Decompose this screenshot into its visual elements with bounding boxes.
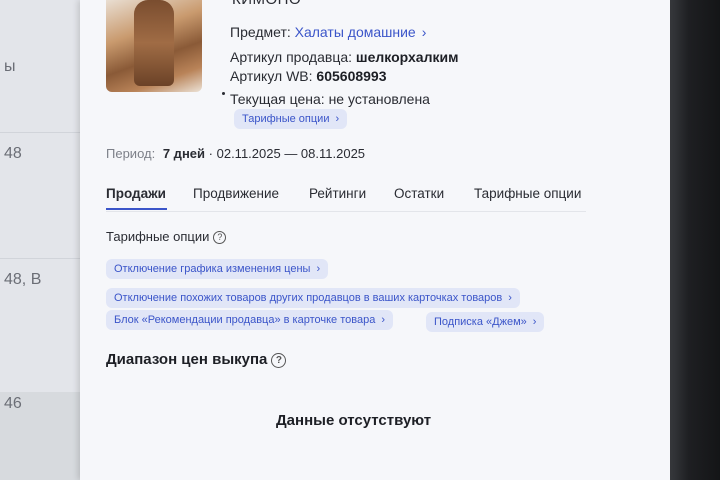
seller-article-line: Артикул продавца: шелкорхалким (230, 49, 458, 65)
background-table: ы 48 48, В 46 (0, 0, 84, 480)
period-label: Период: (106, 146, 156, 161)
period-days[interactable]: 7 дней (163, 146, 205, 161)
tab-promotion[interactable]: Продвижение (193, 186, 279, 201)
question-circle-icon[interactable]: ? (213, 231, 227, 245)
period-separator: · (208, 146, 213, 161)
monitor-bezel (668, 0, 720, 480)
tariff-chip-seller-recommendations[interactable]: Блок «Рекомендации продавца» в карточке … (106, 310, 393, 330)
seller-article-value: шелкорхалким (355, 49, 459, 65)
current-price-line: Текущая цена: не установлена (230, 91, 430, 107)
table-row: ы (4, 58, 16, 75)
tariff-chip-similar-goods[interactable]: Отключение похожих товаров других продав… (106, 288, 520, 308)
tabs-divider (106, 211, 586, 212)
seller-article-label: Артикул продавца: (230, 49, 353, 65)
table-row: 48, В (0, 258, 84, 379)
subject-link[interactable]: Халаты домашние › (295, 24, 427, 40)
tariff-chip-price-graph[interactable]: Отключение графика изменения цены › (106, 259, 329, 279)
tab-stock[interactable]: Остатки (394, 186, 444, 201)
question-circle-icon[interactable]: ? (271, 352, 287, 368)
tab-sales[interactable]: Продажи (106, 186, 166, 201)
chevron-right-icon: › (421, 24, 427, 40)
active-tab-indicator (106, 208, 167, 210)
current-price-value: не установлена (328, 91, 430, 107)
tab-ratings[interactable]: Рейтинги (309, 186, 366, 201)
chevron-right-icon: › (381, 314, 385, 326)
chevron-right-icon: › (508, 292, 512, 304)
table-row: 46 (4, 395, 22, 412)
tab-tariff-options[interactable]: Тарифные опции (474, 186, 581, 201)
tariff-section-title: Тарифные опции? (106, 229, 227, 245)
product-photo[interactable] (106, 0, 202, 92)
empty-state-text: Данные отсутствуют (276, 412, 432, 429)
chevron-right-icon: › (532, 316, 537, 328)
tariff-chip-jam-subscription[interactable]: Подписка «Джем» › (426, 312, 545, 332)
period-line: Период: 7 дней · 02.11.2025 — 08.11.2025 (106, 146, 365, 161)
table-row: 48 (0, 132, 84, 233)
wb-article-value: 605608993 (316, 68, 387, 84)
chevron-right-icon: › (335, 113, 340, 125)
wb-article-label: Артикул WB: (230, 68, 313, 84)
current-price-label: Текущая цена: (230, 91, 325, 107)
buyout-range-title: Диапазон цен выкупа? (106, 351, 287, 368)
subject-label: Предмет: (230, 24, 291, 40)
product-title: КИМОНО (232, 0, 301, 8)
subject-line: Предмет: Халаты домашние › (230, 24, 426, 40)
wb-article-line: Артикул WB: 605608993 (230, 68, 387, 84)
period-range[interactable]: 02.11.2025 — 08.11.2025 (217, 146, 365, 161)
chevron-right-icon: › (316, 263, 321, 275)
bullet-dot (222, 92, 225, 95)
tariff-options-chip[interactable]: Тарифные опции › (234, 109, 348, 129)
